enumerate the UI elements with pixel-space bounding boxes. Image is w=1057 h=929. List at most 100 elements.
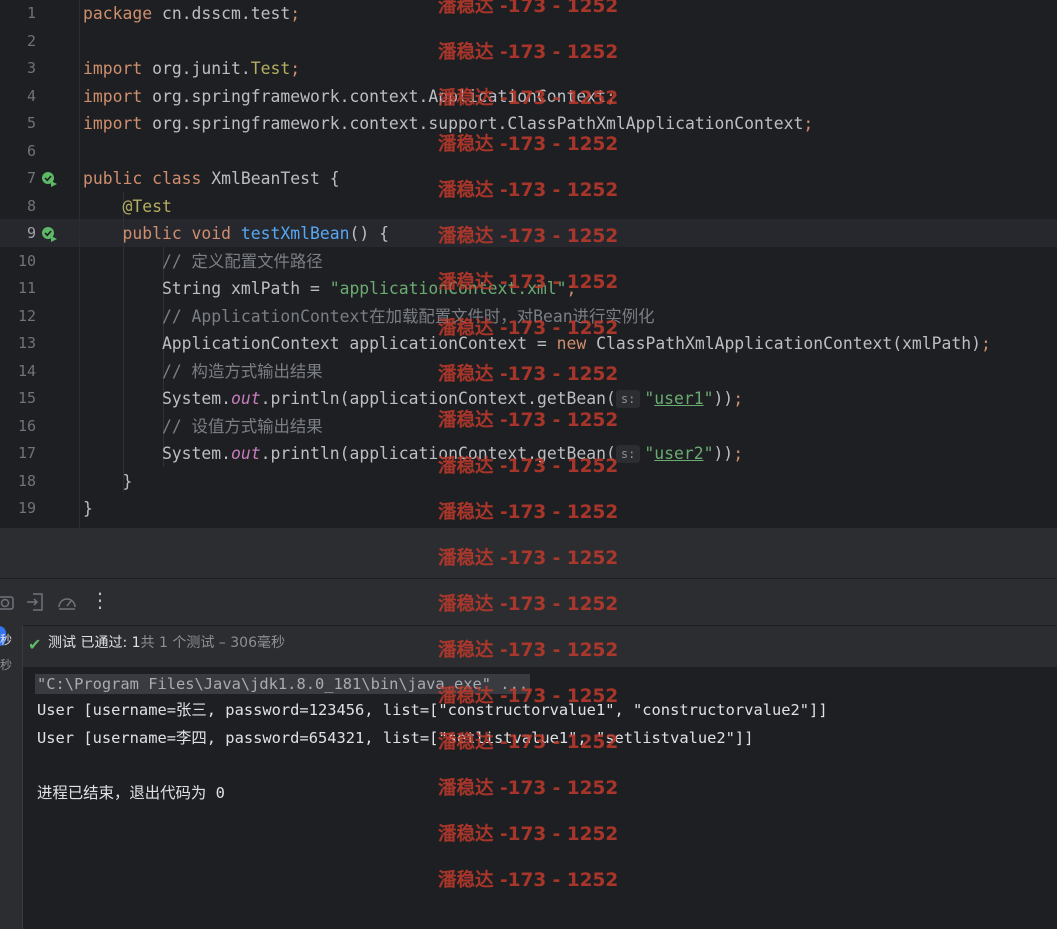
code-line[interactable]: 19}: [0, 495, 1057, 522]
cls-token: org.junit.: [152, 59, 251, 78]
semi-token: ;: [606, 86, 616, 106]
kw-token: public class: [83, 169, 212, 188]
code-line[interactable]: 8 @Test: [0, 193, 1057, 220]
line-number[interactable]: 6: [0, 138, 36, 165]
cls-token: )): [713, 444, 734, 463]
code-line[interactable]: 10 // 定义配置文件路径: [0, 248, 1057, 275]
cls-token: [83, 224, 122, 243]
code-line[interactable]: 9 public void testXmlBean() {: [0, 220, 1057, 247]
code-text: import org.junit.Test;: [83, 55, 300, 82]
code-line[interactable]: 14 // 构造方式输出结果: [0, 358, 1057, 385]
cls-token: .println(applicationContext.getBean(: [260, 444, 616, 463]
kw-token: public void: [122, 224, 241, 243]
export-icon[interactable]: [24, 591, 46, 613]
cls-token: org.springframework.context.support.Clas…: [152, 114, 804, 133]
string-token: user1: [654, 389, 704, 408]
cls-token: )): [713, 389, 734, 408]
code-line[interactable]: 12 // ApplicationContext在加载配置文件时，对Bean进行…: [0, 303, 1057, 330]
console-output[interactable]: "C:\Program Files\Java\jdk1.8.0_181\bin\…: [23, 667, 1057, 929]
code-text: import org.springframework.context.suppo…: [83, 110, 813, 137]
test-tree-time[interactable]: 秒: [0, 631, 12, 648]
console-output-line: User [username=李四, password=654321, list…: [37, 729, 754, 747]
line-number[interactable]: 12: [0, 303, 36, 330]
code-line[interactable]: 16 // 设值方式输出结果: [0, 413, 1057, 440]
code-line[interactable]: 5 import org.springframework.context.supp…: [0, 110, 1057, 137]
line-number[interactable]: 14: [0, 358, 36, 385]
console-command-line[interactable]: "C:\Program Files\Java\jdk1.8.0_181\bin\…: [35, 674, 531, 694]
cls-token: [83, 362, 162, 381]
code-line[interactable]: 4 import org.springframework.context.Appl…: [0, 83, 1057, 110]
cls-token: }: [83, 499, 93, 518]
cls-token: [83, 307, 162, 326]
line-number[interactable]: 19: [0, 495, 36, 522]
code-line[interactable]: 15 System.out.println(applicationContext…: [0, 385, 1057, 412]
code-line[interactable]: 2: [0, 28, 1057, 55]
semi-token: ;: [803, 114, 814, 133]
line-number[interactable]: 11: [0, 275, 36, 302]
code-text: System.out.println(applicationContext.ge…: [83, 440, 743, 467]
run-test-icon[interactable]: [41, 171, 57, 187]
more-vertical-icon[interactable]: ⋮: [89, 589, 111, 611]
test-tree-time[interactable]: 秒: [0, 656, 12, 673]
cls-token: XmlBeanTest {: [211, 169, 340, 188]
cls-token: ApplicationContext applicationContext =: [83, 334, 557, 353]
cmt-token: // ApplicationContext在加载配置文件时，对Bean进行实例化: [161, 306, 655, 326]
kw-token: import: [83, 114, 153, 133]
camera-icon[interactable]: [0, 591, 16, 613]
semi-token: ;: [733, 389, 744, 408]
code-text: // ApplicationContext在加载配置文件时，对Bean进行实例化: [83, 303, 655, 330]
cmt-token: // 构造方式输出结果: [161, 361, 323, 381]
code-text: ApplicationContext applicationContext = …: [83, 330, 991, 357]
speedometer-icon[interactable]: [56, 591, 78, 613]
line-number[interactable]: 18: [0, 468, 36, 495]
code-text: public class XmlBeanTest {: [83, 165, 340, 192]
line-number[interactable]: 3: [0, 55, 36, 82]
ann-token: Test: [250, 59, 291, 78]
line-number[interactable]: 1: [0, 0, 36, 27]
cls-token: () {: [349, 224, 389, 243]
cmt-token: // 定义配置文件路径: [161, 251, 323, 271]
parameter-hint: s:: [615, 390, 641, 408]
code-text: String xmlPath = "applicationContext.xml…: [83, 275, 576, 302]
status-summary: 共 1 个测试 – 306毫秒: [140, 635, 285, 651]
code-line[interactable]: 11 String xmlPath = "applicationContext.…: [0, 275, 1057, 302]
code-line[interactable]: 18 }: [0, 468, 1057, 495]
kw-token: package: [83, 4, 162, 23]
passed-count: 1: [131, 635, 141, 651]
line-number[interactable]: 7: [0, 165, 36, 192]
code-line[interactable]: 6: [0, 138, 1057, 165]
code-text: // 定义配置文件路径: [83, 248, 323, 275]
tool-window-header: [0, 528, 1057, 578]
static-token: out: [231, 389, 261, 408]
semi-token: ;: [566, 279, 577, 298]
line-number[interactable]: 2: [0, 28, 36, 55]
line-number[interactable]: 9: [0, 220, 36, 247]
code-line[interactable]: 7 public class XmlBeanTest {: [0, 165, 1057, 192]
cls-token: System.: [83, 389, 232, 408]
code-line[interactable]: 3 import org.junit.Test;: [0, 55, 1057, 82]
code-text: // 构造方式输出结果: [83, 358, 323, 385]
line-number[interactable]: 5: [0, 110, 36, 137]
test-tree-panel[interactable]: 秒 秒: [0, 625, 23, 929]
line-number[interactable]: 8: [0, 193, 36, 220]
line-number[interactable]: 15: [0, 385, 36, 412]
code-line[interactable]: 1 package cn.dsscm.test;: [0, 0, 1057, 27]
line-number[interactable]: 17: [0, 440, 36, 467]
code-line[interactable]: 17 System.out.println(applicationContext…: [0, 440, 1057, 467]
code-text: public void testXmlBean() {: [83, 220, 389, 247]
cls-token: System.: [83, 444, 232, 463]
check-icon: ✔: [28, 635, 42, 654]
semi-token: ;: [290, 4, 301, 23]
cmt-token: // 设值方式输出结果: [161, 416, 323, 436]
code-line[interactable]: 13 ApplicationContext applicationContext…: [0, 330, 1057, 357]
line-number[interactable]: 16: [0, 413, 36, 440]
console-output-line: User [username=张三, password=123456, list…: [37, 701, 828, 719]
run-test-icon[interactable]: [41, 226, 57, 242]
code-text: }: [83, 468, 132, 495]
static-token: out: [231, 444, 261, 463]
cls-token: org.springframework.context.ApplicationC…: [152, 86, 607, 106]
code-editor[interactable]: 1 package cn.dsscm.test; 2 3 import org.juni…: [0, 0, 1057, 528]
line-number[interactable]: 10: [0, 248, 36, 275]
line-number[interactable]: 4: [0, 83, 36, 110]
line-number[interactable]: 13: [0, 330, 36, 357]
